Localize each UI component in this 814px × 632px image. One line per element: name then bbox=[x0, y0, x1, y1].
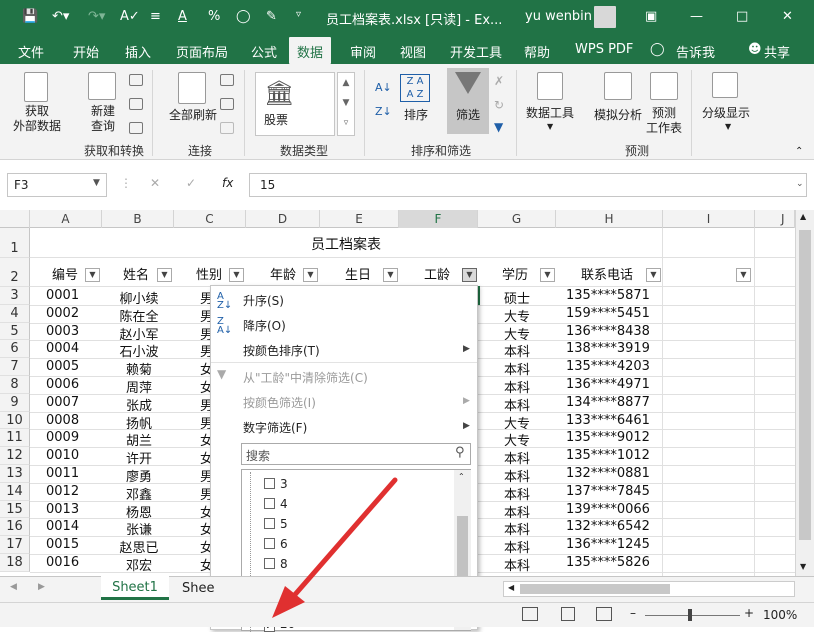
annotation-arrow-shaft bbox=[289, 477, 398, 601]
annotation-arrow bbox=[272, 477, 398, 618]
